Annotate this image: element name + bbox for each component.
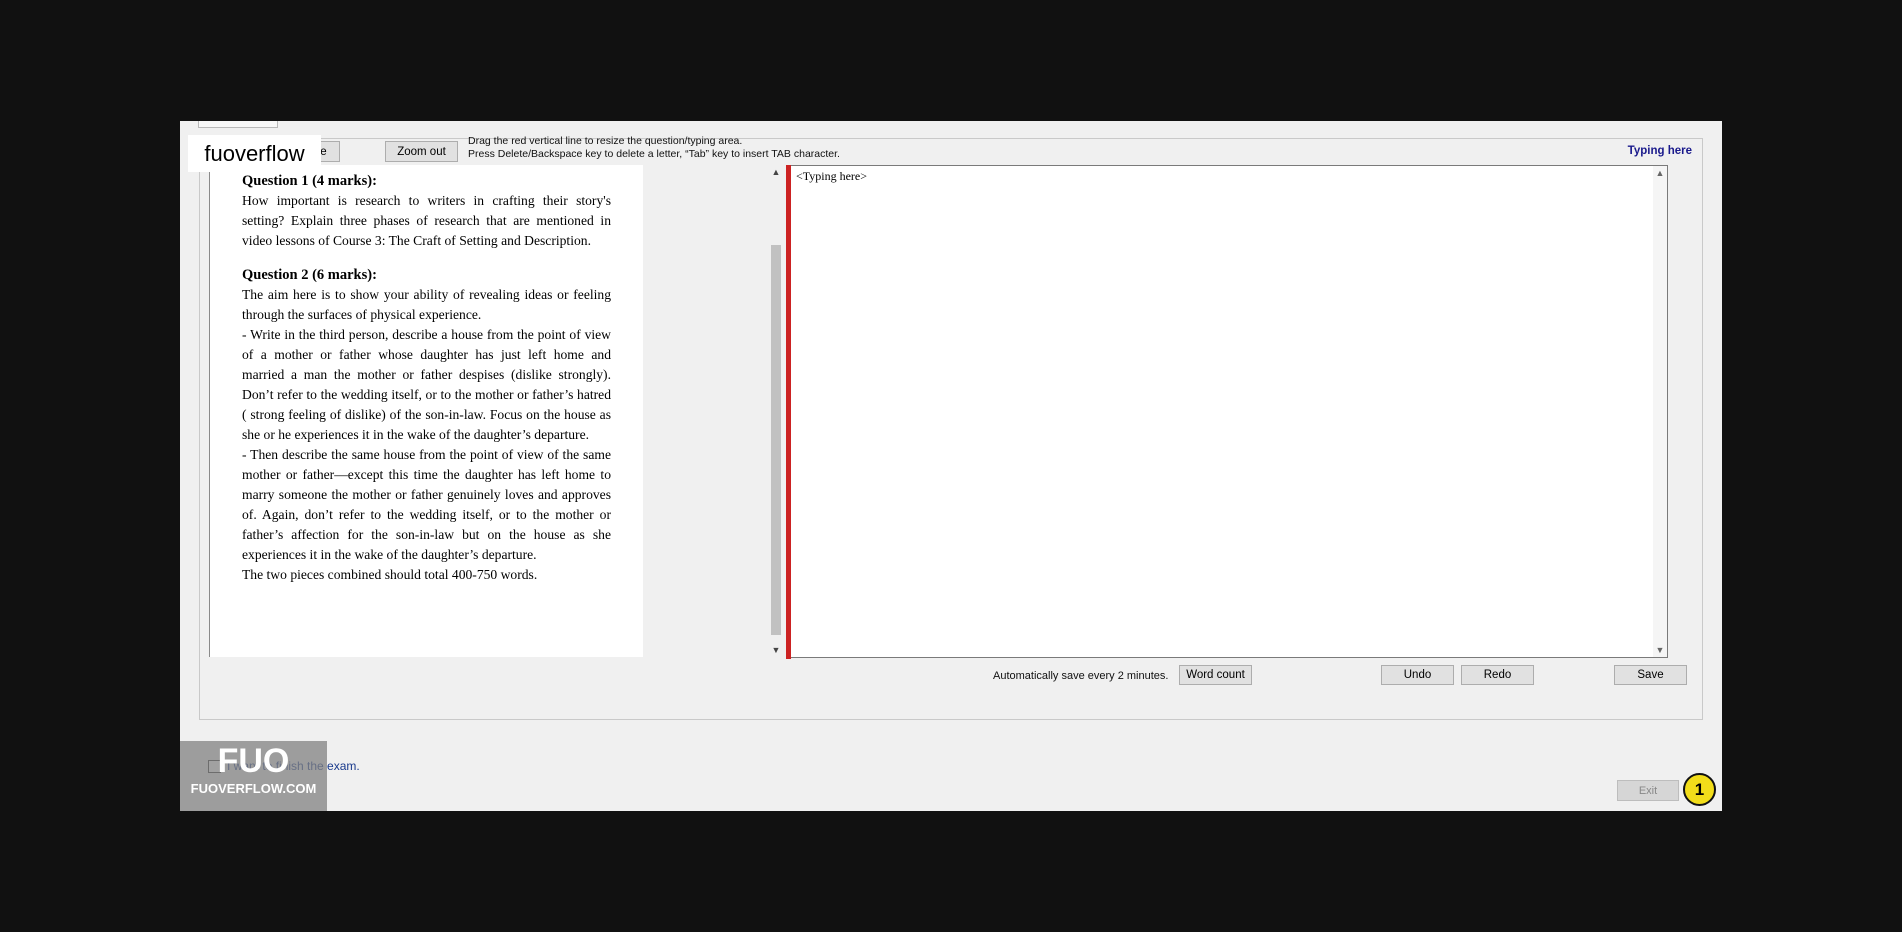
q1-heading: Question 1 (4 marks):	[242, 173, 377, 189]
q1-body: How important is research to writers in …	[242, 193, 611, 248]
chevron-down-icon[interactable]: ▼	[1653, 645, 1667, 655]
q2-intro: The aim here is to show your ability of …	[242, 287, 611, 322]
chevron-up-icon[interactable]: ▲	[1653, 168, 1667, 178]
step-badge: 1	[1683, 773, 1716, 806]
scrollbar-thumb[interactable]	[771, 245, 781, 635]
hint-line-1: Drag the red vertical line to resize the…	[468, 135, 743, 147]
watermark-logo: FUO FUOVERFLOW.COM	[180, 741, 327, 811]
word-count-button[interactable]: Word count	[1179, 665, 1252, 685]
undo-button[interactable]: Undo	[1381, 665, 1454, 685]
redo-button[interactable]: Redo	[1461, 665, 1534, 685]
q2-total: The two pieces combined should total 400…	[242, 567, 538, 582]
hint-line-2: Press Delete/Backspace key to delete a l…	[468, 148, 840, 160]
chevron-down-icon[interactable]: ▼	[769, 645, 783, 655]
instructions: Drag the red vertical line to resize the…	[468, 135, 840, 161]
save-button[interactable]: Save	[1614, 665, 1687, 685]
typing-area-title: Typing here	[1627, 145, 1692, 157]
tab-stub[interactable]	[198, 121, 278, 128]
question-text: Question 1 (4 marks): How important is r…	[242, 171, 611, 585]
typing-area[interactable]: <Typing here> ▲ ▼	[791, 165, 1668, 658]
watermark-logo-text: FUO	[217, 742, 290, 780]
q2-part2: - Then describe the same house from the …	[242, 447, 611, 562]
q2-heading: Question 2 (6 marks):	[242, 267, 377, 283]
typing-placeholder: <Typing here>	[796, 169, 868, 183]
watermark-top-left: fuoverflow	[188, 135, 321, 172]
question-scrollbar[interactable]: ▲ ▼	[769, 165, 783, 657]
exit-button[interactable]: Exit	[1617, 780, 1679, 801]
chevron-up-icon[interactable]: ▲	[769, 167, 783, 177]
typing-scrollbar[interactable]: ▲ ▼	[1653, 166, 1667, 657]
exam-window: Original size Zoom out Drag the red vert…	[180, 121, 1722, 811]
q2-part1: - Write in the third person, describe a …	[242, 327, 611, 442]
autosave-note: Automatically save every 2 minutes.	[993, 670, 1169, 682]
watermark-site-text: FUOVERFLOW.COM	[190, 781, 317, 796]
zoom-out-button[interactable]: Zoom out	[385, 141, 458, 162]
question-panel: Question 1 (4 marks): How important is r…	[209, 165, 643, 657]
